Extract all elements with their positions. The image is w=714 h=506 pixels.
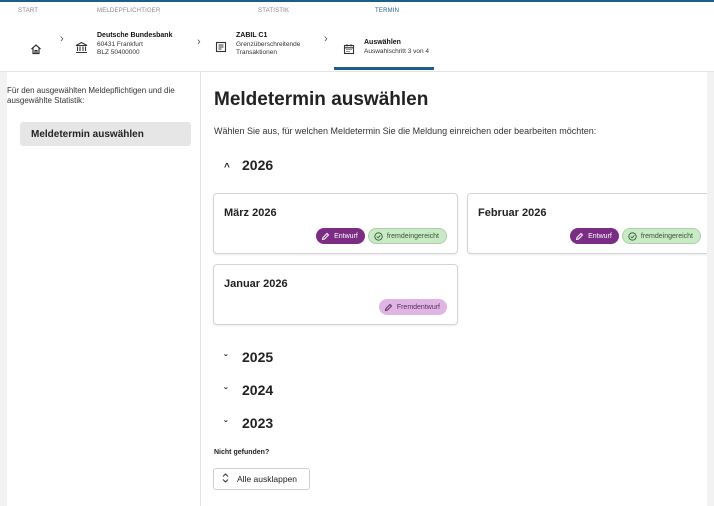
status-badge-fremdeingereicht: fremdeingereicht — [621, 228, 701, 244]
check-circle-icon — [628, 231, 637, 241]
year-toggle-2024[interactable]: ˇ 2024 — [224, 382, 273, 398]
sidebar-item-meldetermin[interactable]: Meldetermin auswählen — [20, 122, 191, 146]
card-title: März 2026 — [224, 207, 277, 219]
termin-card-maerz-2026[interactable]: März 2026 Entwurf fremdeingereicht — [213, 193, 458, 254]
termin-card-februar-2026[interactable]: Februar 2026 Entwurf fremdeingereicht — [467, 193, 712, 254]
right-edge-strip — [707, 72, 714, 506]
expand-all-label: Alle ausklappen — [237, 474, 298, 484]
sidebar-description: Für den ausgewählten Meldepflichtigen un… — [7, 86, 175, 105]
pencil-icon — [575, 232, 584, 241]
termin-title: Auswählen — [364, 39, 401, 46]
status-badge-entwurf: Entwurf — [316, 228, 365, 244]
step-label-start: START — [18, 8, 39, 14]
statistic-line2: Transaktionen — [236, 49, 277, 56]
chevron-down-icon: ˇ — [224, 420, 228, 431]
termin-substep: Auswahlschritt 3 von 4 — [364, 47, 430, 55]
pencil-icon — [321, 232, 330, 241]
calendar-icon — [342, 42, 356, 56]
page-intro: Wählen Sie aus, für welchen Meldetermin … — [214, 126, 597, 136]
reporter-block[interactable]: Deutsche Bundesbank 60431 Frankfurt BLZ … — [97, 32, 172, 58]
chevron-down-icon: ˇ — [224, 387, 228, 398]
check-circle-icon — [374, 231, 383, 241]
year-toggle-2026[interactable]: ^ 2026 — [224, 157, 273, 173]
status-badge-fremdentwurf: Fremdentwurf — [378, 299, 447, 315]
pencil-icon — [384, 303, 393, 312]
active-step-indicator — [334, 67, 434, 70]
chevron-right-icon: › — [324, 33, 328, 45]
statistic-block[interactable]: ZABIL C1 Grenzüberschreitende Transaktio… — [236, 32, 300, 58]
card-title: Januar 2026 — [224, 278, 288, 290]
chevron-right-icon: › — [60, 33, 64, 45]
chevron-down-icon: ˇ — [224, 354, 228, 365]
step-label-termin: TERMIN — [375, 8, 400, 14]
statistic-line1: Grenzüberschreitende — [236, 40, 301, 48]
year-label: 2023 — [242, 415, 274, 431]
chevron-up-icon: ^ — [224, 162, 230, 173]
page-title: Meldetermin auswählen — [214, 89, 429, 110]
not-found-label: Nicht gefunden? — [214, 449, 270, 456]
status-badge-entwurf: Entwurf — [570, 228, 619, 244]
card-title: Februar 2026 — [478, 207, 547, 219]
step-label-statistik: STATISTIK — [258, 8, 290, 14]
expand-all-button[interactable]: Alle ausklappen — [213, 468, 310, 490]
termin-card-januar-2026[interactable]: Januar 2026 Fremdentwurf — [213, 264, 458, 325]
status-badges: Entwurf fremdeingereicht — [570, 228, 701, 244]
status-badge-fremdeingereicht: fremdeingereicht — [367, 228, 447, 244]
wizard-header: START MELDEPFLICHTIGER STATISTIK TERMIN … — [0, 2, 714, 72]
year-label: 2026 — [242, 157, 274, 173]
year-toggle-2023[interactable]: ˇ 2023 — [224, 415, 273, 431]
status-badges: Fremdentwurf — [378, 299, 447, 315]
termin-block[interactable]: Auswählen Auswahlschritt 3 von 4 — [364, 39, 429, 56]
home-icon[interactable] — [29, 42, 43, 56]
step-label-meldepflichtiger: MELDEPFLICHTIGER — [97, 8, 161, 14]
year-toggle-2025[interactable]: ˇ 2025 — [224, 349, 273, 365]
chevron-right-icon: › — [197, 36, 201, 48]
expand-vertical-icon — [222, 473, 229, 485]
reporter-city: 60431 Frankfurt — [97, 40, 143, 48]
statistic-code: ZABIL C1 — [236, 32, 268, 39]
year-label: 2025 — [242, 349, 274, 365]
bank-icon[interactable] — [74, 40, 88, 54]
report-icon[interactable] — [214, 40, 228, 54]
reporter-name: Deutsche Bundesbank — [97, 32, 173, 39]
reporter-blz: BLZ 50400000 — [97, 49, 140, 56]
year-label: 2024 — [242, 382, 274, 398]
status-badges: Entwurf fremdeingereicht — [316, 228, 447, 244]
